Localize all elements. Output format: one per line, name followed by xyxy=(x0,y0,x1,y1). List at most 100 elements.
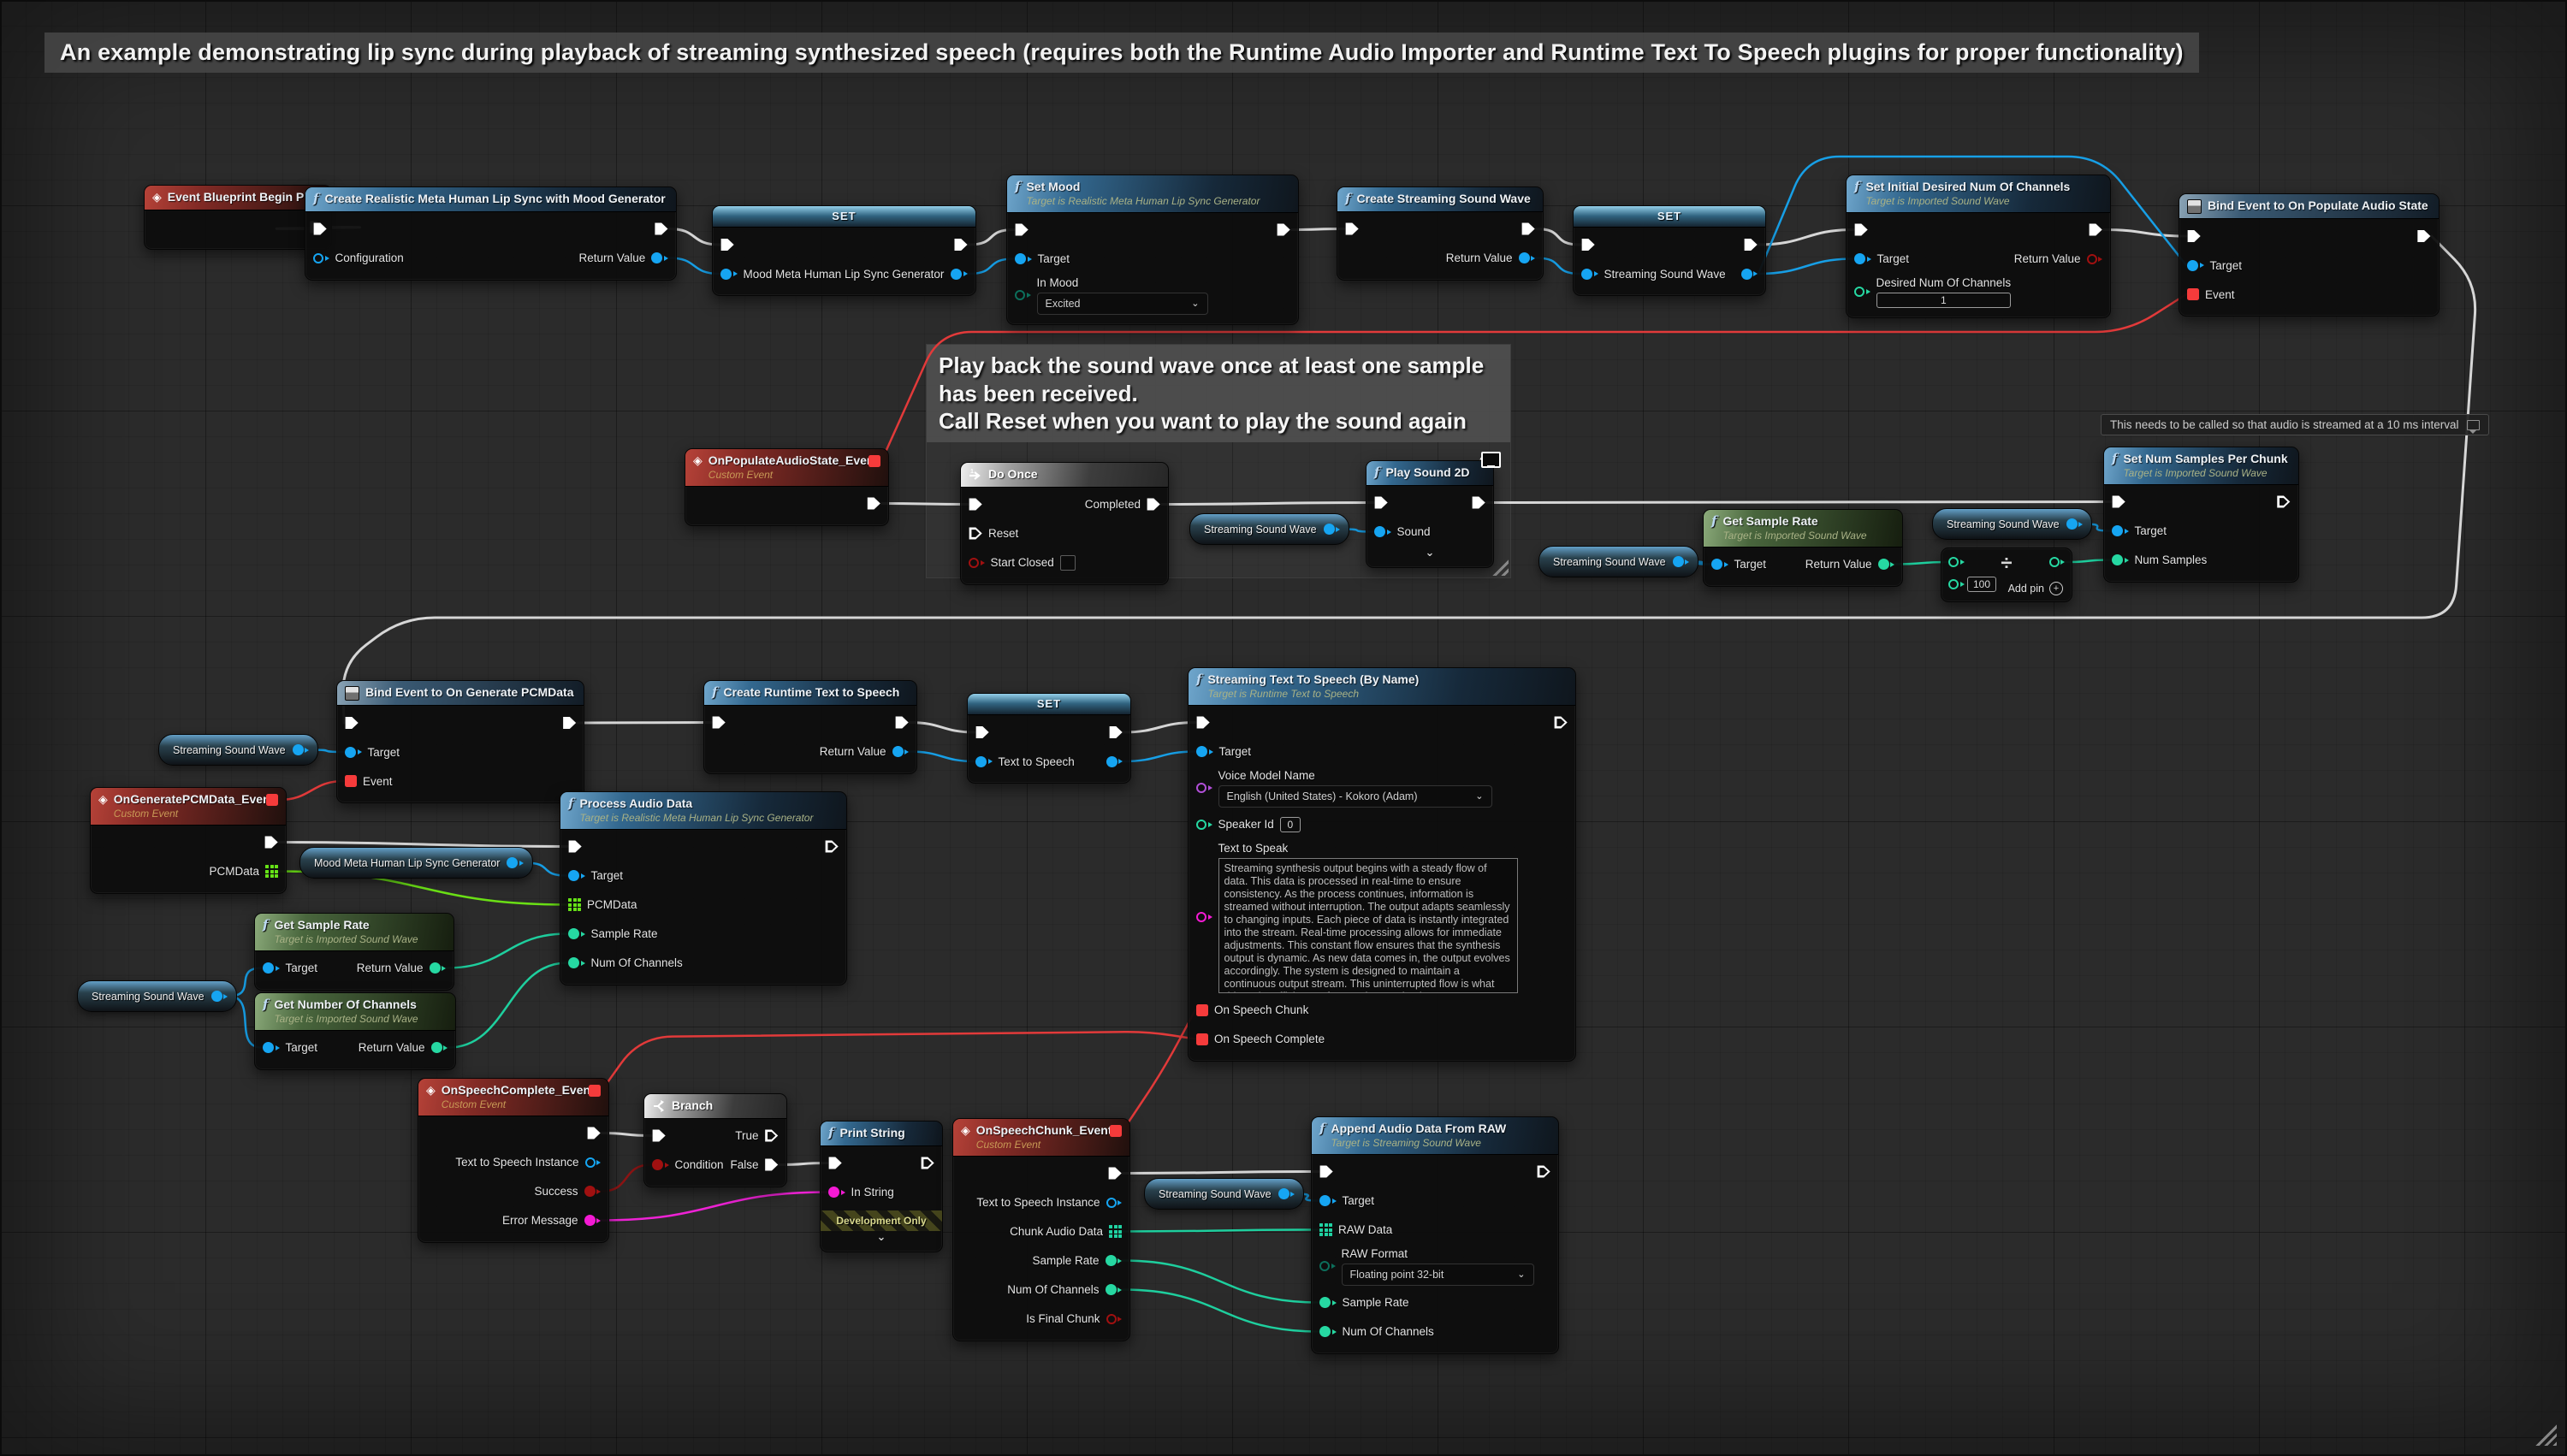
data-pin[interactable] xyxy=(1673,556,1690,567)
wire[interactable] xyxy=(2103,230,2186,237)
value-field[interactable]: 100 xyxy=(1967,577,1996,592)
exec-pin[interactable] xyxy=(765,1129,779,1143)
variable-pill-pill-ssw-5[interactable]: Streaming Sound Wave xyxy=(77,980,237,1012)
data-pin[interactable] xyxy=(1196,746,1213,757)
delegate-pin[interactable] xyxy=(869,455,880,467)
data-pin[interactable] xyxy=(430,962,447,974)
checkbox[interactable] xyxy=(1060,555,1076,571)
exec-pin[interactable] xyxy=(828,1157,842,1170)
data-pin[interactable] xyxy=(313,253,329,263)
node-bind-pcmdata[interactable]: Bind Event to On Generate PCMDataTargetE… xyxy=(336,680,584,803)
wire[interactable] xyxy=(1123,1172,1319,1174)
variable-pill-pill-moodgen[interactable]: Mood Meta Human Lip Sync Generator xyxy=(299,847,533,879)
node-set-mood[interactable]: fSet MoodTarget is Realistic Meta Human … xyxy=(1006,175,1299,325)
exec-pin[interactable] xyxy=(2187,229,2201,243)
data-pin[interactable] xyxy=(2087,254,2103,264)
exec-pin[interactable] xyxy=(1345,222,1359,236)
enum-dropdown[interactable]: Floating point 32-bit⌄ xyxy=(1342,1264,1534,1286)
exec-pin[interactable] xyxy=(969,498,982,512)
data-pin[interactable] xyxy=(1106,1314,1123,1324)
variable-pill-pill-ssw-4[interactable]: Streaming Sound Wave xyxy=(158,734,318,766)
exec-pin[interactable] xyxy=(587,1127,601,1140)
wire[interactable] xyxy=(1123,1290,1319,1332)
data-pin[interactable] xyxy=(585,1157,602,1168)
node-get-sr-2[interactable]: fGet Sample RateTarget is Imported Sound… xyxy=(254,913,454,991)
exec-pin[interactable] xyxy=(1581,238,1595,252)
wire[interactable] xyxy=(1123,752,1195,762)
node-branch[interactable]: BranchTrueConditionFalse xyxy=(643,1093,787,1187)
data-pin[interactable] xyxy=(1196,912,1212,922)
exec-pin[interactable] xyxy=(1109,725,1123,739)
node-create-ssw[interactable]: fCreate Streaming Sound WaveReturn Value xyxy=(1337,186,1544,281)
expand-chevron-icon[interactable]: ⌄ xyxy=(1366,547,1493,560)
node-on-speech-chunk[interactable]: ◈OnSpeechChunk_EventCustom EventText to … xyxy=(952,1118,1130,1341)
variable-pill-pill-ssw-2[interactable]: Streaming Sound Wave xyxy=(1538,546,1698,577)
exec-pin[interactable] xyxy=(655,222,668,236)
data-pin[interactable] xyxy=(1196,783,1212,793)
node-on-speech-complete[interactable]: ◈OnSpeechComplete_EventCustom EventText … xyxy=(418,1078,609,1243)
exec-pin[interactable] xyxy=(2089,223,2102,237)
data-pin[interactable] xyxy=(2112,554,2129,565)
data-pin[interactable] xyxy=(584,1186,602,1197)
exec-pin[interactable] xyxy=(712,716,726,730)
data-pin[interactable] xyxy=(951,269,968,280)
data-pin[interactable] xyxy=(1741,269,1758,280)
data-pin[interactable] xyxy=(1878,559,1895,570)
node-get-num-channels[interactable]: fGet Number Of ChannelsTarget is Importe… xyxy=(254,992,456,1070)
data-pin[interactable] xyxy=(431,1042,448,1053)
delegate-pin[interactable] xyxy=(1196,1033,1208,1045)
wire[interactable] xyxy=(279,781,344,800)
wire[interactable] xyxy=(1486,502,2111,503)
wire[interactable] xyxy=(279,843,567,847)
value-field[interactable]: 0 xyxy=(1280,817,1301,832)
exec-pin[interactable] xyxy=(765,1158,779,1172)
data-pin[interactable] xyxy=(263,962,280,974)
wire[interactable] xyxy=(1758,230,1853,246)
delegate-pin[interactable] xyxy=(2187,288,2199,300)
exec-pin[interactable] xyxy=(1319,1165,1333,1179)
data-pin[interactable] xyxy=(1278,1188,1295,1199)
wire[interactable] xyxy=(910,723,975,733)
data-pin[interactable] xyxy=(1948,557,1965,567)
exec-pin[interactable] xyxy=(1277,223,1290,237)
node-stts[interactable]: fStreaming Text To Speech (By Name)Targe… xyxy=(1188,667,1576,1062)
enum-dropdown[interactable]: Excited⌄ xyxy=(1037,293,1208,315)
text-to-speak-box[interactable]: Streaming synthesis output begins with a… xyxy=(1218,858,1518,993)
node-comment-bubble[interactable]: This needs to be called so that audio is… xyxy=(2101,414,2489,435)
exec-pin[interactable] xyxy=(1196,716,1210,730)
node-bind-populate[interactable]: Bind Event to On Populate Audio StateTar… xyxy=(2179,193,2440,317)
exec-pin[interactable] xyxy=(2277,495,2291,509)
exec-pin[interactable] xyxy=(825,840,839,854)
data-pin[interactable] xyxy=(1948,579,1965,589)
data-pin[interactable] xyxy=(1106,1255,1123,1266)
exec-pin[interactable] xyxy=(1472,496,1485,510)
wire[interactable] xyxy=(1123,1010,1195,1132)
data-pin[interactable] xyxy=(568,957,585,968)
delegate-pin[interactable] xyxy=(589,1085,601,1097)
node-get-sr-1[interactable]: fGet Sample RateTarget is Imported Sound… xyxy=(1703,509,1903,587)
data-pin[interactable] xyxy=(1319,1195,1337,1206)
exec-pin[interactable] xyxy=(867,497,880,511)
data-pin[interactable] xyxy=(263,1042,280,1053)
node-set-ssw[interactable]: SETStreaming Sound Wave xyxy=(1573,205,1766,296)
data-pin[interactable] xyxy=(651,252,668,263)
data-pin[interactable] xyxy=(1854,253,1871,264)
data-pin[interactable] xyxy=(975,756,993,767)
node-set-tts[interactable]: SETText to Speech xyxy=(967,693,1131,784)
variable-pill-pill-ssw-3[interactable]: Streaming Sound Wave xyxy=(1932,508,2092,540)
data-pin[interactable] xyxy=(345,747,362,758)
node-on-pcm-event[interactable]: ◈OnGeneratePCMData_EventCustom EventPCMD… xyxy=(90,787,287,894)
data-pin[interactable] xyxy=(568,928,585,939)
exec-pin[interactable] xyxy=(1108,1167,1122,1181)
canvas-resize-grip[interactable] xyxy=(2531,1420,2557,1446)
data-pin[interactable] xyxy=(2187,260,2204,271)
exec-pin[interactable] xyxy=(1744,238,1758,252)
exec-pin[interactable] xyxy=(2417,229,2431,243)
array-pin[interactable] xyxy=(568,898,581,911)
data-pin[interactable] xyxy=(1519,252,1536,263)
delegate-pin[interactable] xyxy=(345,775,357,787)
data-pin[interactable] xyxy=(293,744,310,755)
exec-pin[interactable] xyxy=(895,716,909,730)
node-begin-play[interactable]: ◈Event Blueprint Begin Play xyxy=(144,185,332,250)
data-pin[interactable] xyxy=(2049,557,2066,567)
